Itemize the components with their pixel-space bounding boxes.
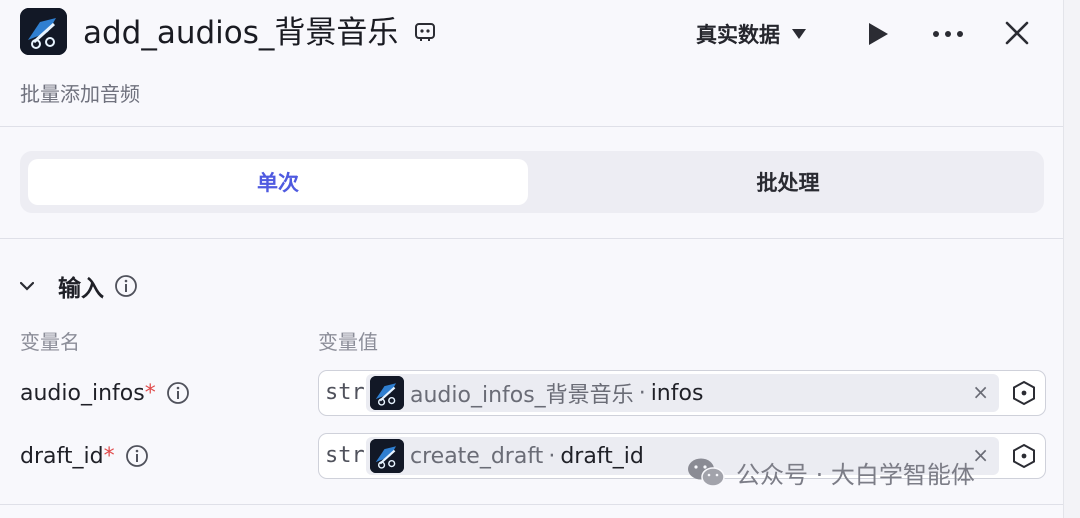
scrollbar[interactable] xyxy=(1063,0,1080,518)
column-header-name: 变量名 xyxy=(20,330,80,354)
tab-single[interactable]: 单次 xyxy=(28,159,528,205)
param-value-field[interactable]: str. audio_infos_背景音乐 · infos × xyxy=(318,370,1046,416)
variable-icon[interactable] xyxy=(1011,443,1037,469)
required-mark: * xyxy=(144,380,156,406)
data-source-label: 真实数据 xyxy=(696,23,780,47)
data-source-select[interactable]: 真实数据 xyxy=(696,18,806,50)
template-icon[interactable] xyxy=(413,20,437,44)
param-name: audio_infos xyxy=(20,380,145,406)
reference-field-name: infos xyxy=(650,380,704,406)
section-divider xyxy=(0,504,1064,505)
close-icon xyxy=(1005,21,1029,45)
node-panel: add_audios_背景音乐 批量添加音频 真实数据 单次 批处理 输入 变量… xyxy=(0,0,1064,518)
node-icon xyxy=(370,376,404,410)
mode-tabs: 单次 批处理 xyxy=(20,151,1044,213)
param-label: audio_infos * xyxy=(20,373,190,413)
app-icon xyxy=(20,8,67,55)
info-icon[interactable] xyxy=(166,381,190,405)
play-icon xyxy=(869,23,888,45)
node-description: 批量添加音频 xyxy=(20,82,140,106)
close-button[interactable] xyxy=(1000,16,1034,50)
reference-separator: · xyxy=(638,380,646,406)
param-name: draft_id xyxy=(20,443,104,469)
info-icon[interactable] xyxy=(114,274,138,298)
more-button[interactable] xyxy=(928,20,968,48)
required-mark: * xyxy=(103,443,115,469)
caret-down-icon xyxy=(792,29,806,39)
chevron-down-icon xyxy=(20,281,34,291)
watermark: 公众号 · 大白学智能体 xyxy=(686,455,975,490)
info-icon[interactable] xyxy=(125,444,149,468)
section-title: 输入 xyxy=(58,276,104,302)
clear-reference-button[interactable]: × xyxy=(972,380,989,404)
mode-tabs-area: 单次 批处理 xyxy=(0,127,1064,239)
reference-chip[interactable]: audio_infos_背景音乐 · infos × xyxy=(366,374,999,412)
column-header-value: 变量值 xyxy=(318,330,378,354)
run-button[interactable] xyxy=(864,20,892,48)
input-section-header[interactable]: 输入 xyxy=(20,266,138,306)
more-icon-dot xyxy=(945,31,951,37)
more-icon-dot xyxy=(957,31,963,37)
node-title: add_audios_背景音乐 xyxy=(83,15,399,51)
reference-node-name: audio_infos_背景音乐 xyxy=(410,383,634,408)
panel-header: add_audios_背景音乐 批量添加音频 真实数据 xyxy=(0,0,1064,127)
node-icon xyxy=(370,439,404,473)
wechat-icon xyxy=(688,458,725,487)
watermark-text: 公众号 · 大白学智能体 xyxy=(736,461,975,489)
reference-node-name: create_draft xyxy=(410,443,544,469)
reference-field-name: draft_id xyxy=(560,443,644,469)
more-icon-dot xyxy=(933,31,939,37)
variable-icon[interactable] xyxy=(1011,380,1037,406)
tab-batch[interactable]: 批处理 xyxy=(540,159,1036,205)
param-label: draft_id * xyxy=(20,436,149,476)
reference-separator: · xyxy=(548,443,556,469)
